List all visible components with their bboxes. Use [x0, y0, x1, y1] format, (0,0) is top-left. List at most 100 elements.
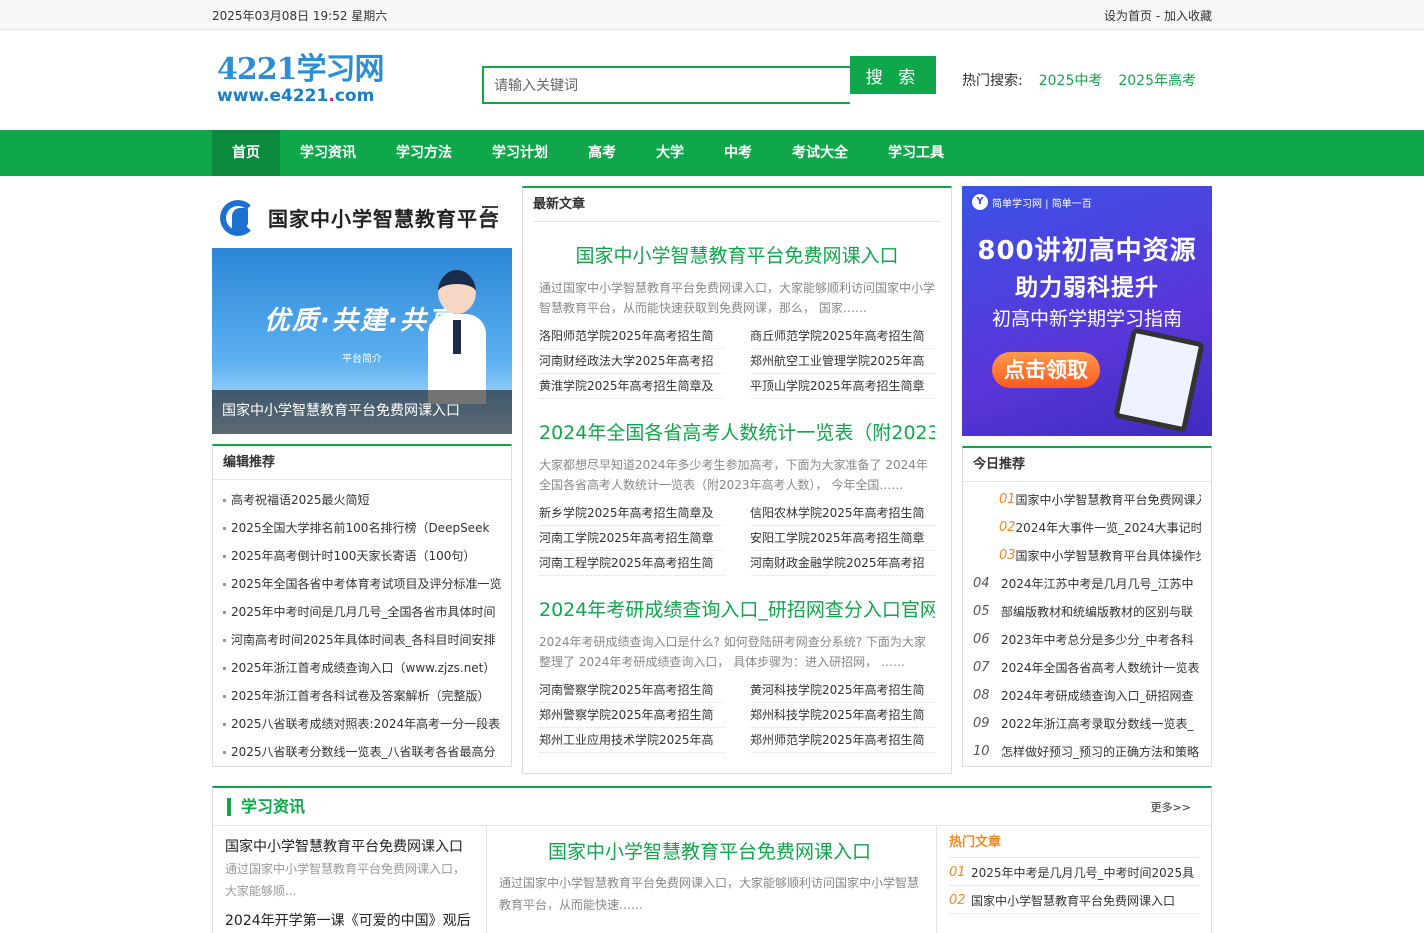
- menu-icon[interactable]: [482, 206, 498, 227]
- hot-article-item[interactable]: 02 国家中小学智慧教育平台免费网课入口: [949, 886, 1199, 914]
- related-link[interactable]: 河南警察学院2025年高考招生简: [539, 678, 724, 703]
- rank-title[interactable]: 国家中小学智慧教育平台具体操作步: [1016, 542, 1201, 570]
- article-title[interactable]: 2024年考研成绩查询入口_研招网查分入口官网: [539, 596, 935, 624]
- related-link[interactable]: 河南工学院2025年高考招生简章: [539, 526, 724, 551]
- today-pick-item[interactable]: 08 2024年考研成绩查询入口_研招网查: [973, 682, 1201, 710]
- rank-title[interactable]: 怎样做好预习_预习的正确方法和策略: [1001, 738, 1199, 766]
- related-link[interactable]: 河南工程学院2025年高考招生简: [539, 551, 724, 576]
- related-link[interactable]: 郑州航空工业管理学院2025年高: [750, 349, 935, 374]
- related-link[interactable]: 河南财政金融学院2025年高考招: [750, 551, 935, 576]
- article-title[interactable]: 国家中小学智慧教育平台免费网课入口: [539, 242, 935, 270]
- nav-item-3[interactable]: 学习计划: [472, 130, 568, 176]
- nav-item-5[interactable]: 大学: [636, 130, 704, 176]
- nav-item-7[interactable]: 考试大全: [772, 130, 868, 176]
- nav-item-2[interactable]: 学习方法: [376, 130, 472, 176]
- rank-title[interactable]: 2024年考研成绩查询入口_研招网查: [1001, 682, 1194, 710]
- related-link[interactable]: 安阳工学院2025年高考招生简章: [750, 526, 935, 551]
- editor-pick-item[interactable]: 2025年高考倒计时100天家长寄语（100句）: [223, 542, 501, 570]
- editor-pick-item[interactable]: 2025年全国各省中考体育考试项目及评分标准一览: [223, 570, 501, 598]
- featured-slide[interactable]: 优质·共建·共享 平台简介 国家中小学智慧教育平台免费网课入口: [212, 248, 512, 434]
- brand-y-icon: Y: [972, 194, 988, 210]
- news-left-title-2[interactable]: 2024年开学第一课《可爱的中国》观后: [225, 910, 474, 930]
- ad-cta-button[interactable]: 点击领取: [992, 352, 1100, 388]
- today-pick-item[interactable]: 06 2023年中考总分是多少分_中考各科: [973, 626, 1201, 654]
- rank-title[interactable]: 国家中小学智慧教育平台免费网课入口: [971, 886, 1175, 913]
- related-link[interactable]: 信阳农林学院2025年高考招生简: [750, 501, 935, 526]
- article-desc: 大家都想尽早知道2024年多少考生参加高考，下面为大家准备了 2024年全国各省…: [539, 458, 928, 492]
- rank-title[interactable]: 2024年全国各省高考人数统计一览表: [1001, 654, 1200, 682]
- search-button[interactable]: 搜 索: [850, 56, 936, 94]
- ad-line1: 800讲初高中资源: [977, 236, 1197, 266]
- today-pick-item[interactable]: 03 国家中小学智慧教育平台具体操作步: [973, 542, 1201, 570]
- rank-title[interactable]: 2023年中考总分是多少分_中考各科: [1001, 626, 1194, 654]
- related-link[interactable]: 河南财经政法大学2025年高考招: [539, 349, 724, 374]
- news-left-title-1[interactable]: 国家中小学智慧教育平台免费网课入口: [225, 836, 474, 856]
- news-center-desc: 通过国家中小学智慧教育平台免费网课入口，大家能够顺利访问国家中小学智慧教育平台，…: [499, 876, 920, 912]
- editor-pick-item[interactable]: 2025年浙江首考各科试卷及答案解析（完整版）: [223, 682, 501, 710]
- site-logo[interactable]: 4221学习网 www.e4221.com: [212, 52, 482, 107]
- platform-emblem-icon: [218, 194, 260, 240]
- today-pick-item[interactable]: 02 2024年大事件一览_2024大事记时间: [973, 514, 1201, 542]
- related-link[interactable]: 平顶山学院2025年高考招生简章: [750, 374, 935, 399]
- news-section-title: 学习资讯: [227, 797, 305, 816]
- hot-article-item[interactable]: 01 2025年中考是几月几号_中考时间2025具: [949, 858, 1199, 886]
- rank-title[interactable]: 2024年大事件一览_2024大事记时间: [1016, 514, 1201, 542]
- related-link[interactable]: 新乡学院2025年高考招生简章及: [539, 501, 724, 526]
- today-pick-item[interactable]: 01 国家中小学智慧教育平台免费网课入: [973, 486, 1201, 514]
- article-block: 2024年全国各省高考人数统计一览表（附2023年大家都想尽早知道2024年多少…: [533, 419, 941, 576]
- editor-pick-item[interactable]: 2025八省联考分数线一览表_八省联考各省最高分: [223, 738, 501, 766]
- homepage-favorite-links[interactable]: 设为首页 - 加入收藏: [1104, 7, 1212, 24]
- news-section: 学习资讯 更多>> 国家中小学智慧教育平台免费网课入口 通过国家中小学智慧教育平…: [212, 786, 1212, 933]
- latest-articles: 最新文章 国家中小学智慧教育平台免费网课入口 通过国家中小学智慧教育平台免费网课入…: [522, 186, 952, 774]
- hot-articles-title: 热门文章: [949, 826, 1199, 858]
- related-link[interactable]: 洛阳师范学院2025年高考招生简: [539, 324, 724, 349]
- rank-title[interactable]: 2022年浙江高考录取分数线一览表_: [1001, 710, 1194, 738]
- rank-number: 07: [973, 660, 990, 675]
- editor-pick-item[interactable]: 2025年浙江首考成绩查询入口（www.zjzs.net）: [223, 654, 501, 682]
- rank-title[interactable]: 部编版教材和统编版教材的区别与联: [1001, 598, 1193, 626]
- editor-pick-item[interactable]: 河南高考时间2025年具体时间表_各科目时间安排: [223, 626, 501, 654]
- editor-pick-item[interactable]: 2025八省联考成绩对照表:2024年高考一分一段表: [223, 710, 501, 738]
- editor-picks-title: 编辑推荐: [213, 446, 511, 480]
- rank-title[interactable]: 2025年中考是几月几号_中考时间2025具: [971, 858, 1194, 885]
- hot-keyword-1[interactable]: 2025中考: [1039, 70, 1103, 90]
- nav-item-8[interactable]: 学习工具: [868, 130, 964, 176]
- editor-pick-item[interactable]: 2025年中考时间是几月几号_全国各省市具体时间: [223, 598, 501, 626]
- hot-keyword-2[interactable]: 2025年高考: [1118, 70, 1196, 90]
- related-link[interactable]: 黄淮学院2025年高考招生简章及: [539, 374, 724, 399]
- news-left-desc-1: 通过国家中小学智慧教育平台免费网课入口，大家能够顺...: [225, 862, 466, 898]
- related-link[interactable]: 商丘师范学院2025年高考招生简: [750, 324, 935, 349]
- related-link[interactable]: 郑州工业应用技术学院2025年高: [539, 728, 724, 753]
- rank-title[interactable]: 2024年江苏中考是几月几号_江苏中: [1001, 570, 1194, 598]
- rank-number: 06: [973, 632, 990, 647]
- nav-item-4[interactable]: 高考: [568, 130, 636, 176]
- main-nav: 首页 学习资讯 学习方法 学习计划 高考 大学 中考 考试大全 学习工具: [0, 130, 1424, 176]
- related-link[interactable]: 郑州师范学院2025年高考招生简: [750, 728, 935, 753]
- editor-pick-item[interactable]: 高考祝福语2025最火简短: [223, 486, 501, 514]
- related-link[interactable]: 黄河科技学院2025年高考招生简: [750, 678, 935, 703]
- related-link[interactable]: 郑州警察学院2025年高考招生简: [539, 703, 724, 728]
- editor-picks: 编辑推荐 高考祝福语2025最火简短 2025全国大学排名前100名排行榜（Dee…: [212, 444, 512, 767]
- platform-logo[interactable]: 国家中小学智慧教育平台: [212, 186, 512, 248]
- article-title[interactable]: 2024年全国各省高考人数统计一览表（附2023年: [539, 419, 935, 447]
- today-pick-item[interactable]: 09 2022年浙江高考录取分数线一览表_: [973, 710, 1201, 738]
- nav-item-1[interactable]: 学习资讯: [280, 130, 376, 176]
- more-link[interactable]: 更多>>: [1151, 799, 1191, 815]
- nav-item-6[interactable]: 中考: [704, 130, 772, 176]
- article-block: 国家中小学智慧教育平台免费网课入口 通过国家中小学智慧教育平台免费网课入口，大家能…: [533, 242, 941, 399]
- editor-pick-item[interactable]: 2025全国大学排名前100名排行榜（DeepSeek: [223, 514, 501, 542]
- ad-line2: 助力弱科提升: [1015, 275, 1159, 301]
- slide-caption[interactable]: 国家中小学智慧教育平台免费网课入口: [212, 390, 512, 434]
- rank-number: 08: [973, 688, 990, 703]
- logo-title: 4221学习网: [217, 52, 385, 87]
- ad-banner[interactable]: Y 简单学习网 | 简单一百 800讲初高中资源 助力弱科提升 初高中新学期学习指…: [962, 186, 1212, 436]
- today-pick-item[interactable]: 10 怎样做好预习_预习的正确方法和策略: [973, 738, 1201, 766]
- nav-item-0[interactable]: 首页: [212, 130, 280, 176]
- search-input[interactable]: 请输入关键词: [482, 66, 850, 104]
- related-link[interactable]: 郑州科技学院2025年高考招生简: [750, 703, 935, 728]
- today-pick-item[interactable]: 07 2024年全国各省高考人数统计一览表: [973, 654, 1201, 682]
- today-pick-item[interactable]: 04 2024年江苏中考是几月几号_江苏中: [973, 570, 1201, 598]
- rank-title[interactable]: 国家中小学智慧教育平台免费网课入: [1016, 486, 1201, 514]
- news-center-title[interactable]: 国家中小学智慧教育平台免费网课入口: [499, 838, 920, 866]
- today-pick-item[interactable]: 05 部编版教材和统编版教材的区别与联: [973, 598, 1201, 626]
